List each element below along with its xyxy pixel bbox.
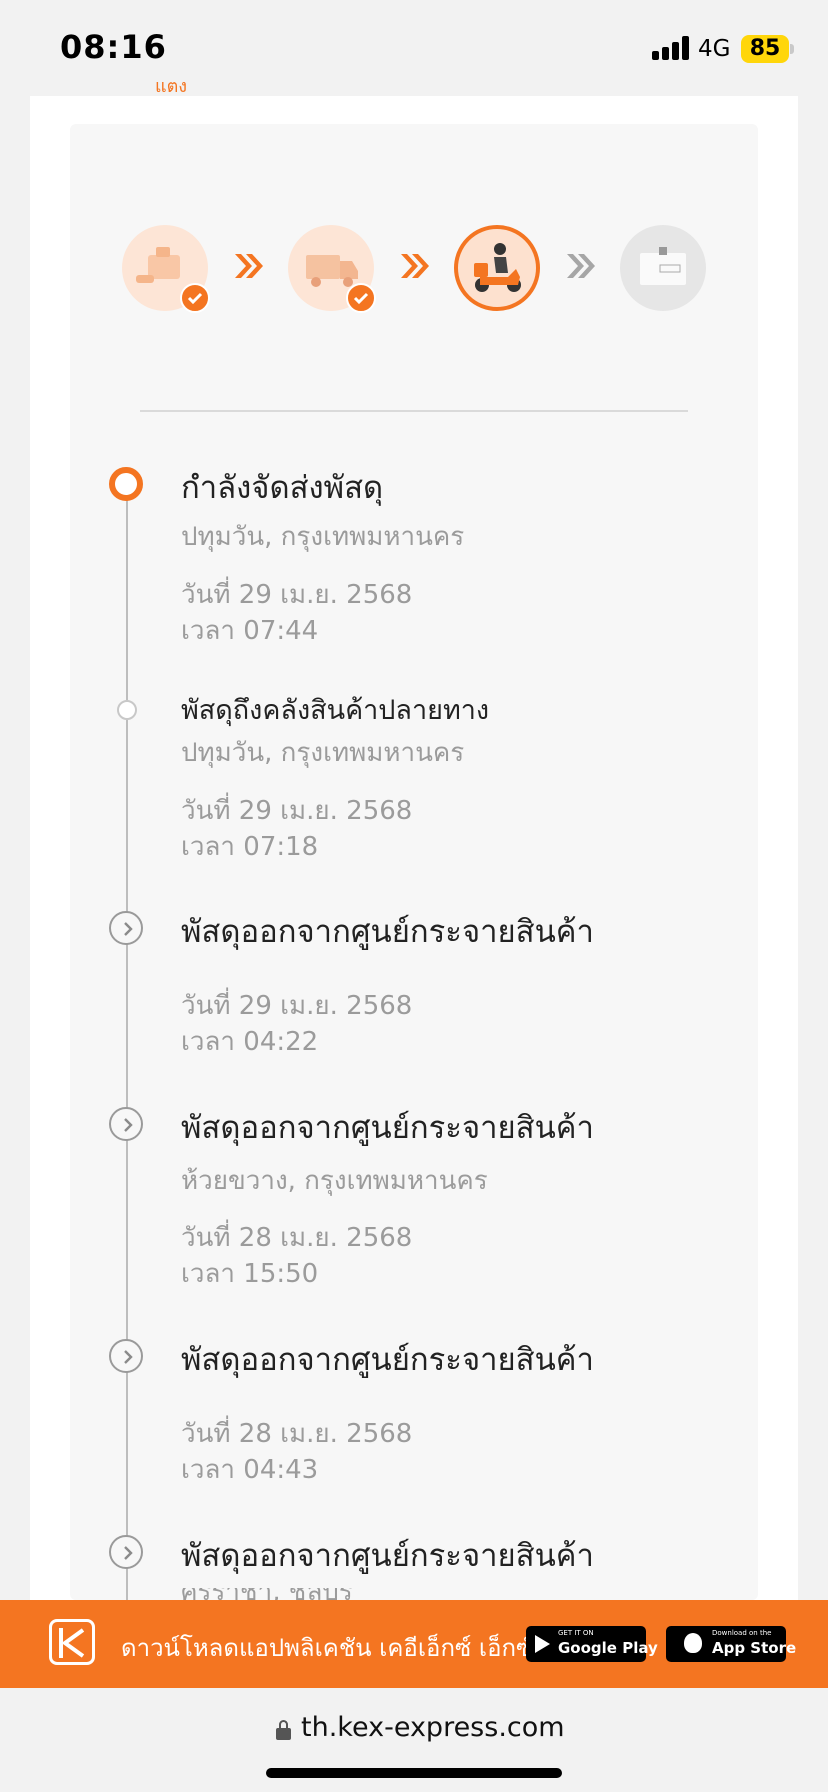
home-indicator[interactable] [266, 1768, 562, 1778]
event-time: เวลา 15:50 [181, 1259, 319, 1289]
google-play-label: Google Play [558, 1639, 658, 1657]
event-title: พัสดุออกจากศูนย์กระจายสินค้า [181, 1342, 594, 1378]
lock-icon [276, 1720, 291, 1740]
event-title: พัสดุถึงคลังสินค้าปลายทาง [181, 695, 490, 726]
app-store-button[interactable]: Download on the App Store [666, 1626, 796, 1662]
network-type: 4G [698, 36, 731, 62]
browser-url-bar[interactable]: th.kex-express.com [0, 1688, 828, 1792]
event-time: เวลา 07:18 [181, 832, 319, 862]
divider [140, 410, 688, 412]
battery-icon: 85 [741, 35, 789, 63]
event-time: เวลา 07:44 [181, 616, 319, 646]
battery-tip [790, 44, 794, 54]
step-delivered-icon [620, 225, 706, 311]
timeline-chevron-icon [109, 1535, 143, 1569]
signal-icon [652, 36, 692, 60]
app-store-label: App Store [712, 1639, 797, 1657]
timeline-chevron-icon [109, 1339, 143, 1373]
google-play-button[interactable]: GET IT ON Google Play [526, 1626, 658, 1662]
status-time: 08:16 [60, 28, 167, 66]
timeline-dot-current [109, 467, 143, 501]
google-play-small-label: GET IT ON [558, 1629, 594, 1637]
timeline-chevron-icon [109, 1107, 143, 1141]
event-title: พัสดุออกจากศูนย์กระจายสินค้า [181, 1110, 594, 1146]
chevron-double-right-icon [401, 254, 429, 278]
event-time: เวลา 04:22 [181, 1027, 319, 1057]
timeline-chevron-icon [109, 911, 143, 945]
event-location: ห้วยขวาง, กรุงเทพมหานคร [181, 1166, 488, 1196]
event-date: วันที่ 28 เม.ย. 2568 [181, 1419, 413, 1449]
google-play-icon [535, 1635, 550, 1653]
event-title: กำลังจัดส่งพัสดุ [181, 470, 384, 506]
event-time: เวลา 04:43 [181, 1455, 319, 1485]
chevron-double-right-icon [567, 254, 595, 278]
url-text[interactable]: th.kex-express.com [301, 1712, 565, 1743]
step-in-transit-icon [288, 225, 376, 313]
battery-level: 85 [749, 36, 781, 61]
event-date: วันที่ 29 เม.ย. 2568 [181, 991, 413, 1021]
event-date: วันที่ 29 เม.ย. 2568 [181, 796, 413, 826]
step-received-icon [122, 225, 210, 313]
download-app-banner[interactable]: ดาวน์โหลดแอปพลิเคชัน เคอีเอ็กซ์ เอ็กซ์เพ… [0, 1600, 828, 1688]
event-date: วันที่ 29 เม.ย. 2568 [181, 580, 413, 610]
timeline-dot [117, 700, 137, 720]
event-date: วันที่ 28 เม.ย. 2568 [181, 1223, 413, 1253]
status-bar: 08:16 4G 85 [0, 0, 828, 96]
apple-icon [684, 1633, 702, 1653]
app-store-small-label: Download on the [712, 1629, 772, 1637]
event-title: พัสดุออกจากศูนย์กระจายสินค้า [181, 1538, 594, 1574]
section-label: แต่ง [155, 82, 188, 97]
event-location: ปทุมวัน, กรุงเทพมหานคร [181, 522, 465, 552]
check-icon [180, 283, 210, 313]
timeline-line [126, 486, 128, 1600]
event-title: พัสดุออกจากศูนย์กระจายสินค้า [181, 914, 594, 950]
step-out-for-delivery-icon [454, 225, 540, 311]
check-icon [346, 283, 376, 313]
chevron-double-right-icon [235, 254, 263, 278]
kex-logo-icon [49, 1619, 95, 1665]
event-location: ปทุมวัน, กรุงเทพมหานคร [181, 738, 465, 768]
banner-text: ดาวน์โหลดแอปพลิเคชัน เคอีเอ็กซ์ เอ็กซ์เพ… [121, 1634, 584, 1662]
